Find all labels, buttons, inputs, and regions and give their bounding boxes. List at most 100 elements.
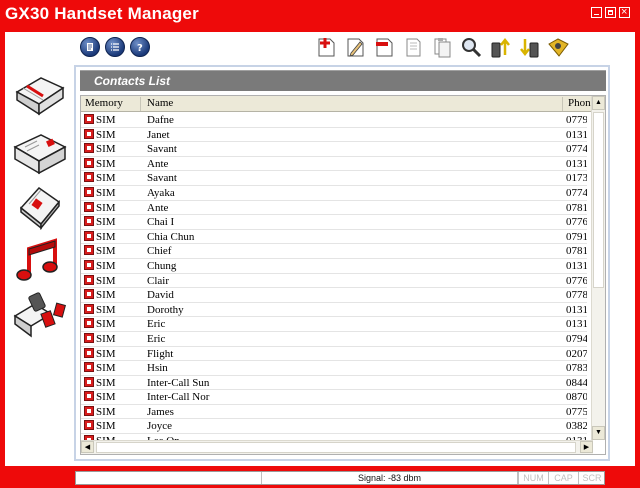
contact-row[interactable]: SIM David 0778 [81, 288, 587, 303]
memory-cell: SIM [84, 347, 144, 361]
vertical-scroll-thumb[interactable] [593, 112, 604, 288]
upload-phone-icon[interactable] [489, 35, 512, 59]
contact-name: Chia Chun [147, 230, 195, 243]
contacts-list[interactable]: Memory Name Phone SIM Dafne 0779 SIM Janet 01… [80, 95, 606, 455]
num-indicator: NUM [518, 472, 548, 484]
contact-row[interactable]: SIM Flight 0207 [81, 347, 587, 362]
messages-icon[interactable] [11, 127, 69, 175]
contact-row[interactable]: SIM Eric 0794 [81, 332, 587, 347]
contact-name: Inter-Call Nor [147, 391, 210, 404]
contact-row[interactable]: SIM Hsin 0783 [81, 361, 587, 376]
scroll-right-button[interactable]: ▶ [580, 441, 593, 453]
memory-label: SIM [96, 405, 116, 418]
contact-row[interactable]: SIM Joyce 0382 [81, 419, 587, 434]
sim-card-icon [84, 420, 94, 431]
memory-cell: SIM [84, 288, 144, 302]
phonebook-icon[interactable] [11, 70, 69, 118]
contact-row[interactable]: SIM Ante 0131 [81, 157, 587, 172]
list-rows: SIM Dafne 0779 SIM Janet 0131 SIM Savant 0774 SIM… [81, 113, 587, 449]
memory-label: SIM [96, 143, 116, 156]
contact-row[interactable]: SIM Chung 0131 [81, 259, 587, 274]
memory-cell: SIM [84, 376, 144, 390]
contact-row[interactable]: SIM Dafne 0779 [81, 113, 587, 128]
app-window: GX30 Handset Manager ? [0, 0, 640, 488]
file-icon[interactable] [80, 37, 100, 57]
close-button[interactable] [619, 5, 630, 19]
column-header-phone[interactable]: Phone [564, 97, 593, 111]
memory-label: SIM [96, 157, 116, 170]
memory-cell: SIM [84, 390, 144, 404]
sim-card-icon [84, 143, 94, 154]
phone-tools-icon[interactable] [11, 290, 69, 338]
contact-row[interactable]: SIM Dorothy 0131 [81, 303, 587, 318]
title-bar[interactable]: GX30 Handset Manager [0, 0, 640, 32]
scroll-left-button[interactable]: ◀ [81, 441, 94, 453]
memory-label: SIM [96, 216, 116, 229]
contact-phone: 0794 [566, 332, 587, 345]
minimize-button[interactable] [591, 7, 602, 18]
sim-card-icon [84, 391, 94, 402]
sim-card-icon [84, 259, 94, 270]
memory-cell: SIM [84, 244, 144, 258]
vertical-scrollbar[interactable]: ▲ ▼ [591, 96, 605, 440]
contact-name: Dorothy [147, 303, 184, 316]
memory-label: SIM [96, 347, 116, 360]
scroll-up-button[interactable]: ▲ [592, 96, 605, 110]
memory-cell: SIM [84, 332, 144, 346]
contact-phone: 0781 [566, 201, 587, 214]
contact-row[interactable]: SIM Savant 0774 [81, 142, 587, 157]
memory-label: SIM [96, 172, 116, 185]
cap-indicator: CAP [548, 472, 578, 484]
list-icon[interactable] [105, 37, 125, 57]
horizontal-scroll-thumb[interactable] [96, 442, 576, 453]
contact-name: Eric [147, 318, 166, 331]
column-header-memory[interactable]: Memory [81, 97, 141, 111]
edit-icon[interactable] [344, 35, 367, 59]
rename-icon[interactable] [373, 35, 396, 59]
contact-row[interactable]: SIM Chia Chun 0791 [81, 230, 587, 245]
sim-card-icon [84, 332, 94, 343]
contact-row[interactable]: SIM Janet 0131 [81, 128, 587, 143]
download-phone-icon[interactable] [518, 35, 541, 59]
contact-row[interactable]: SIM Eric 0131 [81, 317, 587, 332]
sim-card-icon [84, 172, 94, 183]
sim-card-icon [84, 362, 94, 373]
help-icon[interactable]: ? [130, 37, 150, 57]
memory-cell: SIM [84, 171, 144, 185]
paste-icon[interactable] [431, 35, 454, 59]
memory-cell: SIM [84, 317, 144, 331]
memory-label: SIM [96, 245, 116, 258]
contact-row[interactable]: SIM Inter-Call Sun 0844 [81, 376, 587, 391]
contact-phone: 0774 [566, 186, 587, 199]
contact-row[interactable]: SIM Clair 0776 [81, 274, 587, 289]
sim-card-icon [84, 114, 94, 124]
sim-card-icon [84, 128, 94, 139]
signal-status: Signal: -83 dbm [262, 472, 518, 484]
maximize-button[interactable] [605, 7, 616, 18]
contact-phone: 0778 [566, 289, 587, 302]
new-contact-icon[interactable] [315, 35, 338, 59]
memory-label: SIM [96, 318, 116, 331]
scroll-down-button[interactable]: ▼ [592, 426, 605, 440]
status-pane-empty [76, 472, 262, 484]
memory-label: SIM [96, 128, 116, 141]
music-icon[interactable] [11, 237, 69, 285]
memory-label: SIM [96, 289, 116, 302]
sim-card-icon [84, 216, 94, 227]
copy-icon[interactable] [402, 35, 425, 59]
contact-row[interactable]: SIM Chai I 0776 [81, 215, 587, 230]
contact-row[interactable]: SIM Ayaka 0774 [81, 186, 587, 201]
horizontal-scrollbar[interactable]: ◀ ▶ [81, 440, 593, 454]
search-icon[interactable] [460, 35, 483, 59]
contact-row[interactable]: SIM James 0775 [81, 405, 587, 420]
settings-folder-icon[interactable] [547, 35, 570, 59]
contact-row[interactable]: SIM Inter-Call Nor 0870 [81, 390, 587, 405]
contact-row[interactable]: SIM Savant 0173 [81, 171, 587, 186]
contact-name: James [147, 405, 174, 418]
sim-card-icon [84, 230, 94, 241]
contact-row[interactable]: SIM Chief 0781 [81, 244, 587, 259]
column-header-name[interactable]: Name [143, 97, 563, 111]
contact-row[interactable]: SIM Ante 0781 [81, 201, 587, 216]
organizer-icon[interactable] [11, 182, 69, 231]
memory-label: SIM [96, 332, 116, 345]
